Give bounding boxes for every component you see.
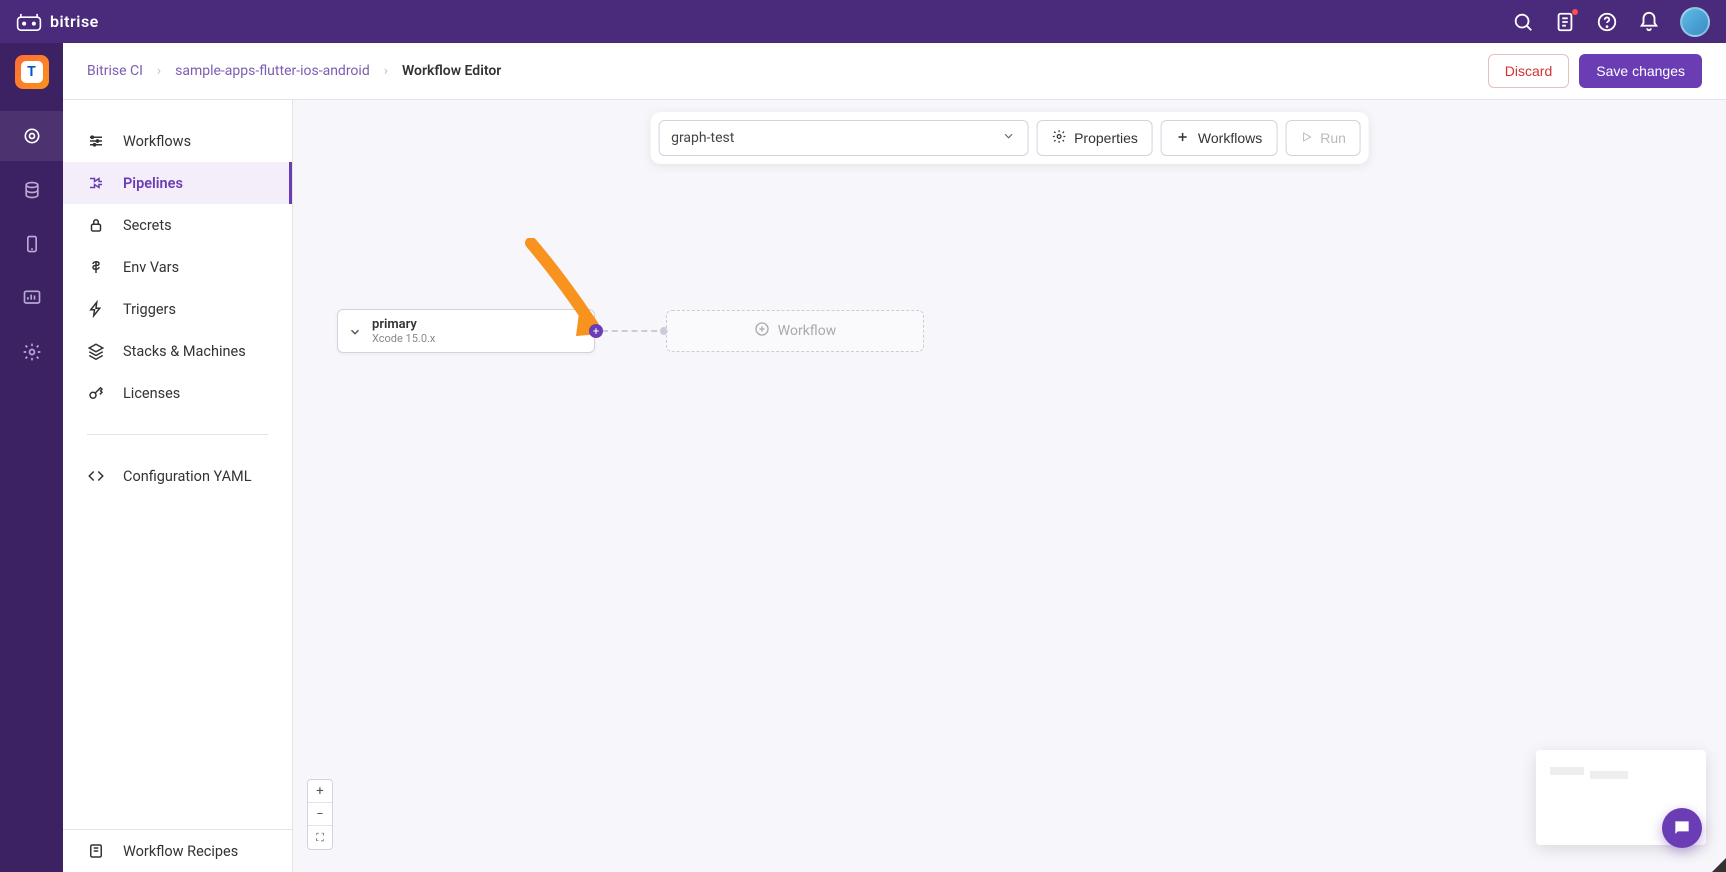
sidebar-item-label: Configuration YAML [123,468,252,485]
sidebar-item-label: Pipelines [123,175,183,192]
workflows-icon [87,132,105,150]
plus-icon [1176,130,1190,147]
sidebar-item-label: Stacks & Machines [123,343,246,360]
workflows-button[interactable]: Workflows [1161,120,1277,156]
sidebar-item-label: Licenses [123,385,180,402]
page-actions: Discard Save changes [1488,54,1702,88]
code-icon [87,467,105,485]
intercom-launcher[interactable] [1662,808,1702,848]
logo[interactable]: bitrise [16,12,99,32]
sidebar-item-recipes[interactable]: Workflow Recipes [63,830,292,872]
sidebar-item-licenses[interactable]: Licenses [63,372,292,414]
node-subtitle: Xcode 15.0.x [372,332,435,345]
sidebar-item-label: Triggers [123,301,176,318]
button-label: Properties [1074,130,1138,146]
dollar-icon [87,258,105,276]
properties-button[interactable]: Properties [1036,120,1153,156]
breadcrumb-org[interactable]: Bitrise CI [87,63,143,79]
sidebar-item-config-yaml[interactable]: Configuration YAML [63,455,292,497]
bell-icon[interactable] [1638,11,1660,33]
app-rail: T [0,43,63,872]
sidebar-item-workflows[interactable]: Workflows [63,120,292,162]
book-icon [87,842,105,860]
run-button: Run [1285,120,1361,156]
header-actions [1512,7,1710,37]
sidebar-item-label: Env Vars [123,259,179,276]
sidebar: Workflows Pipelines Secrets Env Vars Tri… [63,100,293,872]
app-icon[interactable]: T [15,55,49,89]
layers-icon [87,342,105,360]
connector-line [602,330,667,332]
sidebar-item-label: Secrets [123,217,172,234]
discard-button[interactable]: Discard [1488,54,1569,88]
breadcrumb-app[interactable]: sample-apps-flutter-ios-android [175,63,370,79]
user-avatar[interactable] [1680,7,1710,37]
rail-devices[interactable] [0,219,63,269]
brand-name: bitrise [50,12,99,31]
breadcrumb-bar: Bitrise CI › sample-apps-flutter-ios-and… [63,43,1726,100]
help-icon[interactable] [1596,11,1618,33]
divider [87,434,268,435]
button-label: Workflows [1198,130,1262,146]
zoom-controls: + − ⛶ [307,779,333,850]
lock-icon [87,216,105,234]
sidebar-item-label: Workflows [123,133,191,150]
chevron-down-icon[interactable] [348,324,362,338]
node-title: primary [372,317,435,333]
rail-settings[interactable] [0,327,63,377]
zoom-out-button[interactable]: − [308,803,332,826]
chevron-down-icon [1001,129,1015,147]
canvas-toolbar: graph-test Properties Workflows Run [650,112,1369,164]
gear-icon [1051,129,1066,147]
top-header: bitrise [0,0,1726,43]
chevron-right-icon: › [157,63,161,79]
sidebar-item-secrets[interactable]: Secrets [63,204,292,246]
sidebar-item-pipelines[interactable]: Pipelines [63,162,292,204]
workflow-placeholder-node[interactable]: Workflow [666,310,924,352]
chevron-right-icon: › [384,63,388,79]
sidebar-item-stacks[interactable]: Stacks & Machines [63,330,292,372]
sidebar-item-envvars[interactable]: Env Vars [63,246,292,288]
workflow-selector-value: graph-test [671,130,734,146]
search-icon[interactable] [1512,11,1534,33]
rail-insights[interactable] [0,273,63,323]
plus-circle-icon [754,321,770,341]
add-connection-button[interactable]: + [589,324,603,338]
pipeline-canvas[interactable]: graph-test Properties Workflows Run [293,100,1726,872]
bolt-icon [87,300,105,318]
sidebar-item-label: Workflow Recipes [123,843,238,860]
doc-icon[interactable] [1554,11,1576,33]
key-icon [87,384,105,402]
zoom-in-button[interactable]: + [308,780,332,803]
zoom-fit-button[interactable]: ⛶ [308,826,332,849]
breadcrumb-current: Workflow Editor [402,63,501,79]
pipelines-icon [87,174,105,192]
button-label: Run [1320,130,1346,146]
resize-handle[interactable] [1712,858,1726,872]
rail-ci[interactable] [0,111,63,161]
save-button[interactable]: Save changes [1579,54,1702,88]
sidebar-item-triggers[interactable]: Triggers [63,288,292,330]
bitrise-logo-icon [16,12,42,32]
rail-cache[interactable] [0,165,63,215]
breadcrumb: Bitrise CI › sample-apps-flutter-ios-and… [87,63,501,79]
placeholder-label: Workflow [778,323,837,339]
play-icon [1300,130,1312,146]
workflow-selector[interactable]: graph-test [658,120,1028,156]
